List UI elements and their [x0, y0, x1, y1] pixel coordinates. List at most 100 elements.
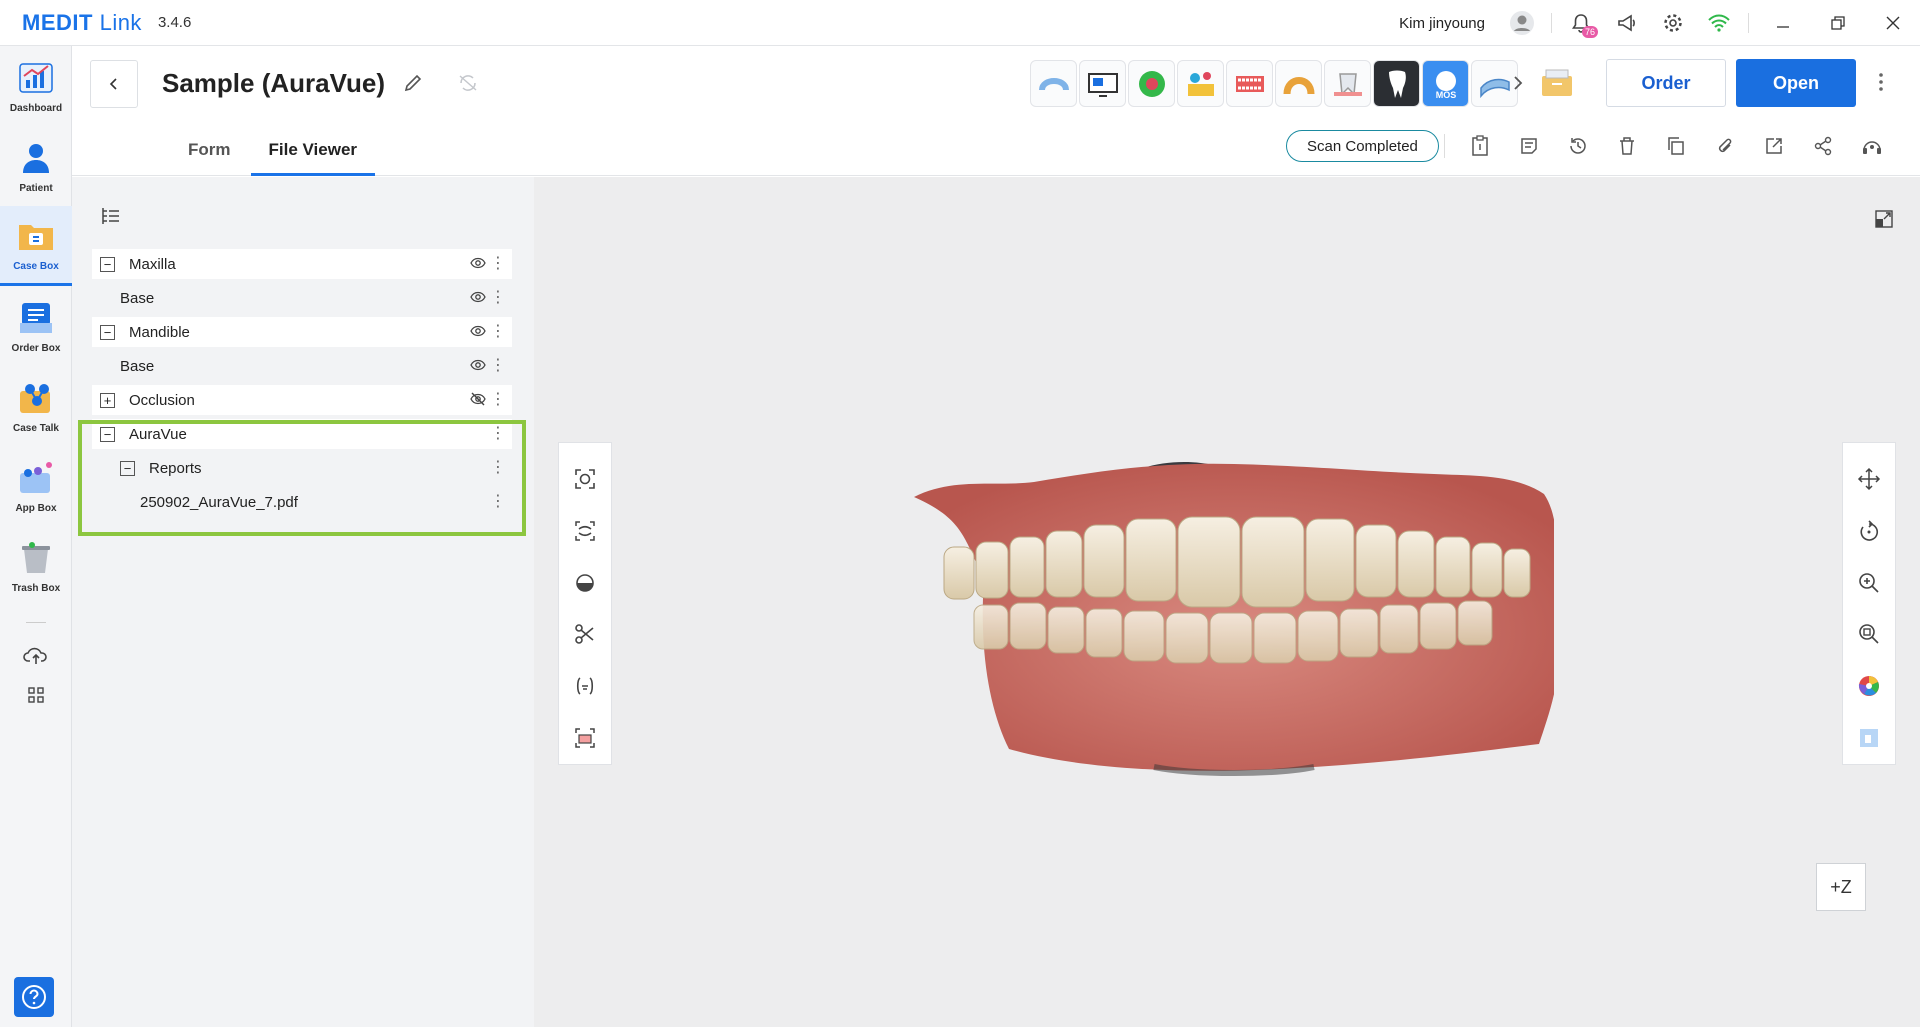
restore-button[interactable]: [1810, 0, 1865, 46]
nav-app-box[interactable]: App Box: [0, 446, 72, 526]
app-tile-dental-arch-icon[interactable]: [1030, 60, 1077, 107]
tree-item-label: AuraVue: [129, 425, 187, 443]
nav-label: Case Talk: [13, 422, 59, 434]
tree-item-report-file[interactable]: 250902_AuraVue_7.pdf ⋮: [92, 487, 512, 517]
tree-item-reports[interactable]: − Reports ⋮: [92, 453, 512, 483]
zoom-in-icon[interactable]: [1849, 557, 1889, 609]
item-menu-icon[interactable]: ⋮: [490, 287, 506, 307]
item-menu-icon[interactable]: ⋮: [490, 321, 506, 341]
tree-item-mandible-base[interactable]: Base ⋮: [92, 351, 512, 381]
tree-item-label: Base: [120, 357, 155, 375]
expand-plus-icon[interactable]: +: [100, 392, 115, 408]
announcement-megaphone-icon[interactable]: [1604, 0, 1650, 46]
cloud-upload-icon[interactable]: [0, 635, 72, 675]
occlusion-view-icon[interactable]: [565, 505, 605, 557]
nav-patient[interactable]: Patient: [0, 126, 72, 206]
visibility-eye-icon[interactable]: [470, 358, 486, 376]
dental-scan-model[interactable]: [914, 437, 1560, 782]
nav-order-box[interactable]: Order Box: [0, 286, 72, 366]
copy-duplicate-icon[interactable]: [1651, 128, 1700, 164]
tree-item-label: Reports: [149, 459, 202, 477]
scissors-trim-icon[interactable]: [565, 608, 605, 660]
nav-case-talk[interactable]: Case Talk: [0, 366, 72, 446]
tree-item-auravue[interactable]: − AuraVue ⋮: [92, 419, 512, 449]
memo-note-icon[interactable]: [1504, 128, 1553, 164]
divider: [1748, 13, 1749, 33]
rotate-icon[interactable]: [1849, 505, 1889, 557]
tab-file-viewer[interactable]: File Viewer: [250, 128, 376, 176]
visibility-eye-icon[interactable]: [470, 290, 486, 308]
settings-gear-icon[interactable]: [1650, 0, 1696, 46]
open-button[interactable]: Open: [1736, 59, 1856, 107]
item-menu-icon[interactable]: ⋮: [490, 491, 506, 511]
collapse-minus-icon[interactable]: −: [100, 426, 115, 442]
section-hemisphere-icon[interactable]: [565, 557, 605, 609]
grid-menu-icon[interactable]: [0, 675, 72, 715]
visibility-eye-icon[interactable]: [470, 324, 486, 342]
tree-item-maxilla-base[interactable]: Base ⋮: [92, 283, 512, 313]
tree-item-maxilla[interactable]: − Maxilla ⋮: [92, 249, 512, 279]
zoom-fit-icon[interactable]: [1849, 608, 1889, 660]
back-button[interactable]: [90, 60, 138, 108]
visibility-hidden-eye-icon[interactable]: [470, 392, 486, 410]
app-tile-jaw-arch-icon[interactable]: [1275, 60, 1322, 107]
visibility-eye-icon[interactable]: [470, 256, 486, 274]
clipboard-icon[interactable]: [1455, 128, 1504, 164]
app-tile-aligner-icon[interactable]: [1471, 60, 1518, 107]
tree-item-occlusion[interactable]: + Occlusion ⋮: [92, 385, 512, 415]
app-tile-mos-icon[interactable]: MOS: [1422, 60, 1469, 107]
history-icon[interactable]: [1553, 128, 1602, 164]
export-icon[interactable]: [1749, 128, 1798, 164]
nav-trash-box[interactable]: Trash Box: [0, 526, 72, 606]
app-tile-tooth-scan-icon[interactable]: [1324, 60, 1371, 107]
item-menu-icon[interactable]: ⋮: [490, 423, 506, 443]
app-tile-toolkit-icon[interactable]: [1177, 60, 1224, 107]
app-tile-green-circle-icon[interactable]: [1128, 60, 1175, 107]
apps-next-chevron-icon[interactable]: [1512, 72, 1524, 98]
more-options-icon[interactable]: [1878, 72, 1884, 98]
tab-form[interactable]: Form: [188, 128, 231, 176]
user-name[interactable]: Kim jinyoung: [1399, 15, 1485, 32]
collapse-minus-icon[interactable]: −: [100, 256, 115, 272]
delete-trash-icon[interactable]: [1602, 128, 1651, 164]
attachment-paperclip-icon[interactable]: [1700, 128, 1749, 164]
screenshot-capture-icon[interactable]: [565, 712, 605, 764]
expand-viewer-icon[interactable]: [1874, 209, 1894, 234]
share-icon[interactable]: [1798, 128, 1847, 164]
collapse-minus-icon[interactable]: −: [120, 460, 135, 476]
focus-frame-icon[interactable]: [565, 453, 605, 505]
app-tile-teeth-row-icon[interactable]: [1226, 60, 1273, 107]
remote-support-icon[interactable]: [1847, 128, 1896, 164]
nav-dashboard[interactable]: Dashboard: [0, 46, 72, 126]
help-button[interactable]: [14, 977, 54, 1017]
user-avatar-icon[interactable]: [1499, 0, 1545, 46]
measure-bracket-icon[interactable]: [565, 660, 605, 712]
texture-toggle-icon[interactable]: [1849, 712, 1889, 764]
item-menu-icon[interactable]: ⋮: [490, 389, 506, 409]
item-menu-icon[interactable]: ⋮: [490, 355, 506, 375]
tree-collapse-icon[interactable]: [100, 205, 122, 232]
dashboard-chart-icon: [17, 59, 55, 97]
pan-move-icon[interactable]: [1849, 453, 1889, 505]
minimize-button[interactable]: [1755, 0, 1810, 46]
nav-case-box[interactable]: Case Box: [0, 206, 72, 286]
divider: [25, 622, 46, 623]
collapse-minus-icon[interactable]: −: [100, 324, 115, 340]
case-talk-network-icon: [17, 379, 55, 417]
tree-item-mandible[interactable]: − Mandible ⋮: [92, 317, 512, 347]
notification-bell-icon[interactable]: 76: [1558, 0, 1604, 46]
order-button[interactable]: Order: [1606, 59, 1726, 107]
item-menu-icon[interactable]: ⋮: [490, 457, 506, 477]
color-wheel-icon[interactable]: [1849, 660, 1889, 712]
item-menu-icon[interactable]: ⋮: [490, 253, 506, 273]
app-tile-tooth-icon[interactable]: [1373, 60, 1420, 107]
axis-view-button[interactable]: +Z: [1816, 863, 1866, 911]
app-drawer-box-icon[interactable]: [1540, 68, 1574, 103]
edit-pencil-icon[interactable]: [402, 72, 424, 99]
close-button[interactable]: [1865, 0, 1920, 46]
title-bar: MEDIT Link 3.4.6 Kim jinyoung 76: [0, 0, 1920, 46]
nav-label: Trash Box: [11, 582, 61, 594]
order-box-list-icon: [17, 299, 55, 337]
app-tile-monitor-academy-icon[interactable]: [1079, 60, 1126, 107]
model-viewer[interactable]: +Z: [534, 177, 1920, 1027]
